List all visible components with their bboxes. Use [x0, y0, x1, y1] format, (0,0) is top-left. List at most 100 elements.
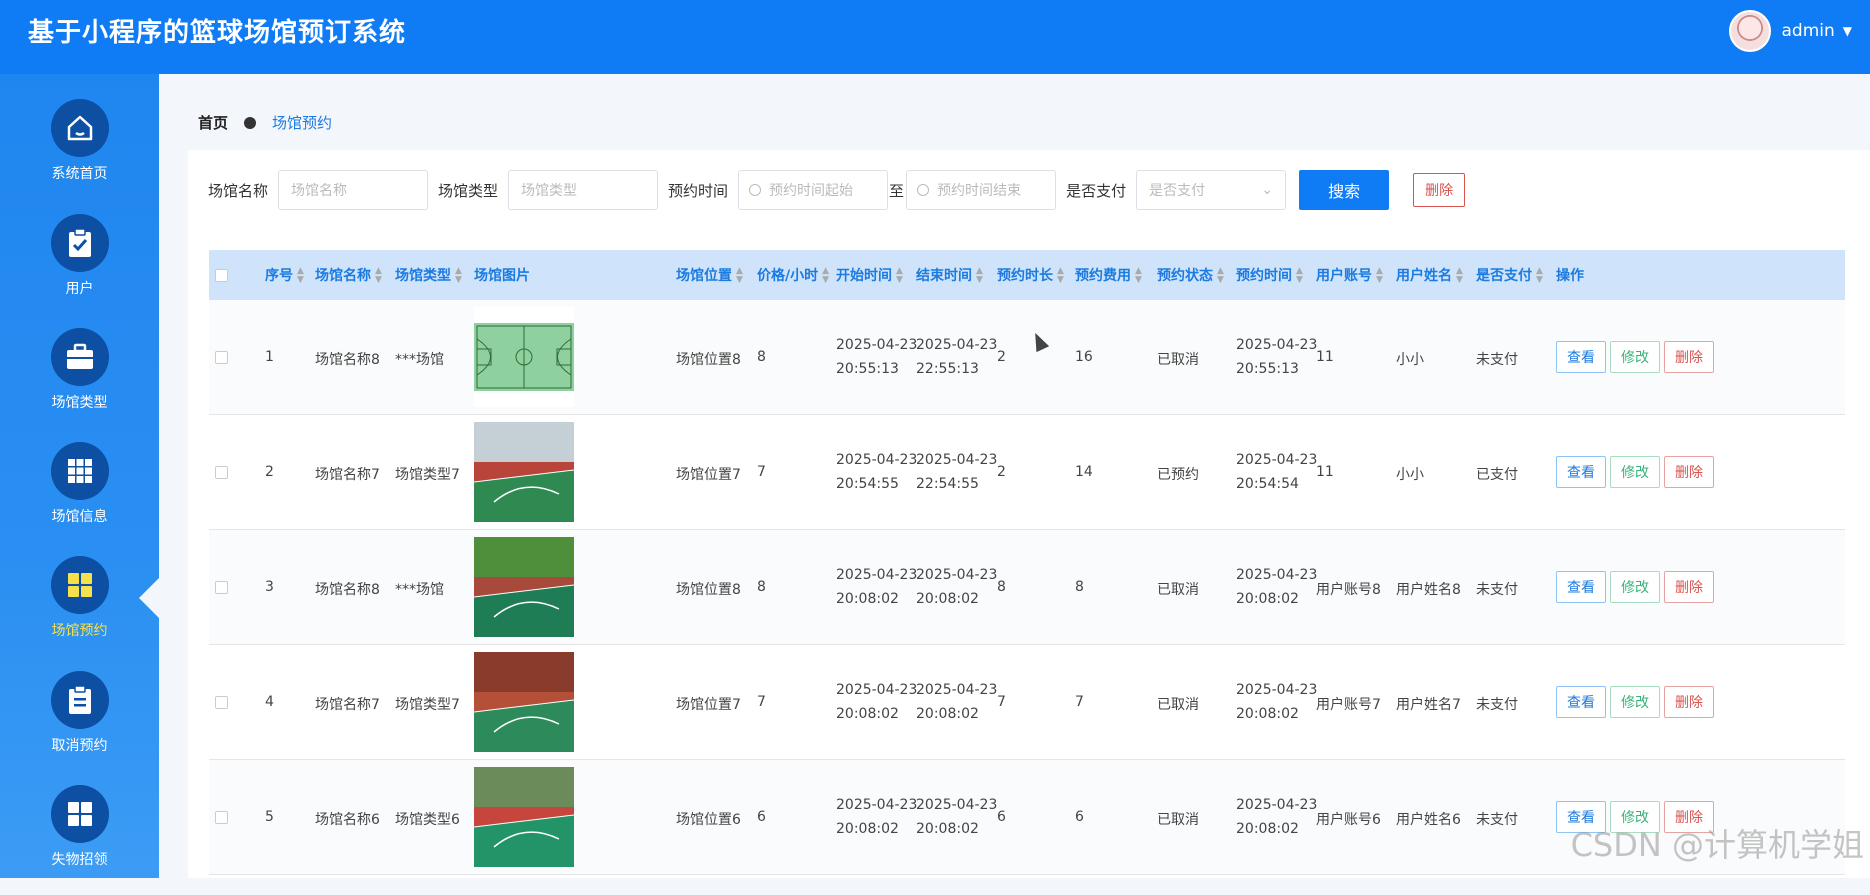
- view-button[interactable]: 查看: [1556, 571, 1606, 603]
- status: 已取消: [1157, 582, 1199, 598]
- row-checkbox[interactable]: [215, 696, 228, 709]
- row-checkbox[interactable]: [215, 351, 228, 364]
- sidebar-item-label: 场馆类型: [51, 395, 108, 411]
- column-header[interactable]: 预约时长 ▲ ▼: [997, 265, 1064, 285]
- active-indicator: [139, 578, 159, 618]
- clipboard-check-icon: [50, 214, 109, 272]
- column-header[interactable]: 用户姓名 ▲ ▼: [1396, 265, 1463, 285]
- sidebar-item-lost-found[interactable]: 失物招领: [0, 785, 159, 895]
- search-form: 场馆名称 场馆名称 场馆类型 场馆类型 预约时间 预约时间起始 至 预约时间结束…: [208, 170, 1466, 210]
- column-header[interactable]: 序号 ▲ ▼: [265, 265, 304, 285]
- venue-type: 场馆类型6: [395, 812, 460, 828]
- breadcrumb-home[interactable]: 首页: [198, 112, 228, 133]
- column-header[interactable]: 用户账号 ▲ ▼: [1316, 265, 1383, 285]
- sort-icon[interactable]: ▲ ▼: [1536, 267, 1543, 285]
- avatar[interactable]: [1729, 10, 1772, 52]
- sort-icon[interactable]: ▲ ▼: [1376, 267, 1383, 285]
- sidebar-item-cancel-booking[interactable]: 取消预约: [0, 671, 159, 781]
- venue-location: 场馆位置7: [676, 697, 741, 713]
- column-header[interactable]: 场馆位置 ▲ ▼: [676, 265, 743, 285]
- user-account: 11: [1316, 349, 1334, 365]
- column-header[interactable]: 场馆类型 ▲ ▼: [395, 265, 462, 285]
- paid-select[interactable]: 是否支付 ⌄: [1136, 170, 1287, 210]
- sidebar-item-label: 取消预约: [51, 738, 108, 754]
- sidebar-item-venue-type[interactable]: 场馆类型: [0, 328, 159, 438]
- venue-type-input[interactable]: 场馆类型: [508, 170, 659, 210]
- sidebar-item-users[interactable]: 用户: [0, 214, 159, 324]
- delete-button[interactable]: 删除: [1664, 341, 1714, 373]
- sidebar: 系统首页 用户 场馆类型 场馆信息 场馆预约 取消预约 失物招领: [0, 74, 159, 878]
- sort-icon[interactable]: ▲ ▼: [1217, 267, 1224, 285]
- watermark: CSDN @计算机学姐: [1570, 826, 1864, 864]
- user-menu[interactable]: admin ▼: [1729, 10, 1852, 52]
- row-number: 3: [265, 579, 274, 595]
- column-header[interactable]: 开始时间 ▲ ▼: [836, 265, 903, 285]
- sidebar-item-label: 系统首页: [51, 166, 108, 182]
- booking-time-start-input[interactable]: 预约时间起始: [738, 170, 889, 210]
- venue-name-input[interactable]: 场馆名称: [278, 170, 429, 210]
- sidebar-item-home[interactable]: 系统首页: [0, 99, 159, 209]
- sidebar-item-label: 失物招领: [51, 852, 108, 868]
- sort-icon[interactable]: ▲ ▼: [297, 267, 304, 285]
- venue-image: [473, 652, 575, 756]
- table-body: 1 场馆名称8 ***场馆 场馆位置8 8 2025-04-23 20:55:13 2025-…: [209, 300, 1845, 875]
- edit-button[interactable]: 修改: [1610, 571, 1660, 603]
- column-header[interactable]: 结束时间 ▲ ▼: [916, 265, 983, 285]
- caret-down-icon[interactable]: ▼: [1843, 24, 1852, 38]
- sort-icon[interactable]: ▲ ▼: [822, 267, 829, 285]
- delete-button[interactable]: 删除: [1664, 686, 1714, 718]
- edit-button[interactable]: 修改: [1610, 456, 1660, 488]
- select-all-checkbox[interactable]: [215, 268, 228, 282]
- sidebar-item-venue-info[interactable]: 场馆信息: [0, 442, 159, 552]
- breadcrumb-separator: [244, 116, 257, 129]
- sort-icon[interactable]: ▲ ▼: [976, 267, 983, 285]
- bulk-delete-button[interactable]: 删除: [1413, 173, 1466, 207]
- edit-button[interactable]: 修改: [1610, 341, 1660, 373]
- book-time-cell: 2025-04-23 20:55:13: [1236, 337, 1318, 377]
- search-button[interactable]: 搜索: [1299, 170, 1390, 210]
- sort-icon[interactable]: ▲ ▼: [1135, 267, 1142, 285]
- status: 已取消: [1157, 697, 1199, 713]
- venue-image: [473, 422, 575, 526]
- sort-icon[interactable]: ▲ ▼: [455, 267, 462, 285]
- edit-button[interactable]: 修改: [1610, 686, 1660, 718]
- placeholder: 是否支付: [1149, 183, 1206, 199]
- delete-button[interactable]: 删除: [1664, 571, 1714, 603]
- row-number: 2: [265, 464, 274, 480]
- sort-icon[interactable]: ▲ ▼: [375, 267, 382, 285]
- price-per-hour: 6: [757, 809, 766, 825]
- row-number: 1: [265, 349, 274, 365]
- sort-icon[interactable]: ▲ ▼: [1456, 267, 1463, 285]
- start-time-cell: 2025-04-23 20:08:02: [836, 567, 918, 607]
- row-checkbox[interactable]: [215, 581, 228, 594]
- apps-icon: [50, 785, 109, 843]
- sort-icon[interactable]: ▲ ▼: [1057, 267, 1064, 285]
- column-header[interactable]: 预约时间 ▲ ▼: [1236, 265, 1303, 285]
- briefcase-icon: [50, 328, 109, 386]
- sort-icon[interactable]: ▲ ▼: [1296, 267, 1303, 285]
- venue-type: 场馆类型7: [395, 697, 460, 713]
- view-button[interactable]: 查看: [1556, 456, 1606, 488]
- sidebar-item-venue-booking[interactable]: 场馆预约: [0, 556, 159, 666]
- sort-icon[interactable]: ▲ ▼: [896, 267, 903, 285]
- end-time-cell: 2025-04-23 22:54:55: [916, 452, 998, 492]
- column-header[interactable]: 场馆名称 ▲ ▼: [315, 265, 382, 285]
- booking-time-end-input[interactable]: 预约时间结束: [906, 170, 1057, 210]
- view-button[interactable]: 查看: [1556, 341, 1606, 373]
- column-header[interactable]: 是否支付 ▲ ▼: [1476, 265, 1543, 285]
- row-checkbox[interactable]: [215, 811, 228, 824]
- book-time-cell: 2025-04-23 20:54:54: [1236, 452, 1318, 492]
- sort-icon[interactable]: ▲ ▼: [736, 267, 743, 285]
- delete-button[interactable]: 删除: [1664, 456, 1714, 488]
- column-header[interactable]: 预约状态 ▲ ▼: [1157, 265, 1224, 285]
- end-time-cell: 2025-04-23 20:08:02: [916, 567, 998, 607]
- user-name: 用户姓名6: [1396, 812, 1461, 828]
- column-header[interactable]: 价格/小时 ▲ ▼: [757, 265, 829, 285]
- row-checkbox[interactable]: [215, 466, 228, 479]
- username[interactable]: admin: [1781, 21, 1834, 41]
- view-button[interactable]: 查看: [1556, 686, 1606, 718]
- end-time-cell: 2025-04-23 20:08:02: [916, 682, 998, 722]
- price-per-hour: 8: [757, 579, 766, 595]
- main-panel: 场馆名称 场馆名称 场馆类型 场馆类型 预约时间 预约时间起始 至 预约时间结束…: [188, 150, 1870, 878]
- column-header[interactable]: 预约费用 ▲ ▼: [1075, 265, 1142, 285]
